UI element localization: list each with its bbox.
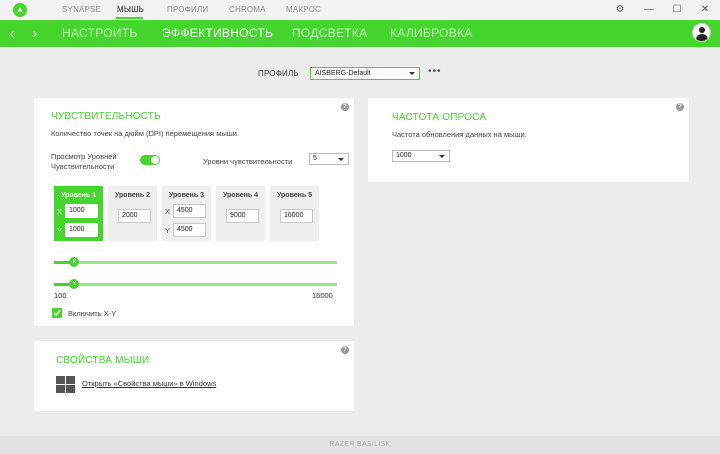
dpi-y-slider[interactable]: Y	[54, 279, 337, 289]
help-icon[interactable]: ?	[341, 103, 349, 111]
range-max-label: 16000	[312, 291, 333, 300]
active-tab-indicator	[116, 17, 143, 19]
stage-1-y-input[interactable]: 1000	[65, 223, 98, 237]
stage-1[interactable]: Уровень 1 X 1000 Y 1000	[54, 186, 103, 241]
axis-x-label: X	[57, 207, 63, 216]
levels-value: 5	[313, 155, 317, 162]
forward-arrow-icon[interactable]: ›	[28, 25, 42, 41]
top-tab-profiles[interactable]: ПРОФИЛИ	[167, 5, 208, 14]
tab-performance[interactable]: ЭФФЕКТИВНОСТЬ	[162, 26, 273, 40]
axis-y-label: Y	[165, 226, 171, 235]
profile-label: ПРОФИЛЬ	[258, 69, 299, 78]
profile-dropdown[interactable]: AISBERG-Default	[310, 67, 420, 80]
enable-xy-checkbox[interactable]	[52, 308, 62, 318]
open-mouse-properties-link[interactable]: Открыть «Свойства мыши» в Windows	[82, 379, 216, 388]
razer-logo-icon[interactable]	[13, 3, 27, 17]
help-icon[interactable]: ?	[676, 103, 684, 111]
stage-1-x-input[interactable]: 1000	[65, 204, 98, 218]
close-icon[interactable]: ✕	[698, 3, 712, 17]
stages-toggle-label-line1: Просмотр Уровней	[51, 152, 117, 161]
polling-rate-card	[368, 98, 689, 182]
mouse-properties-title: СВОЙСТВА МЫШИ	[56, 355, 150, 366]
polling-description: Частота обновления данных на мыши.	[392, 130, 527, 139]
maximize-icon[interactable]: ☐	[670, 3, 684, 17]
avatar-head	[699, 27, 705, 33]
chevron-down-icon	[338, 158, 344, 161]
tab-customize[interactable]: НАСТРОИТЬ	[62, 26, 138, 40]
mouse-properties-card	[34, 341, 354, 411]
stage-4[interactable]: Уровень 4 9000	[216, 186, 265, 241]
stage-2[interactable]: Уровень 2 2000	[108, 186, 157, 241]
gear-icon[interactable]: ⚙	[613, 3, 627, 17]
tab-calibration[interactable]: КАЛИБРОВКА	[390, 26, 473, 40]
range-min-label: 100	[54, 291, 67, 300]
top-tab-mouse[interactable]: МЫШЬ	[117, 5, 144, 14]
stage-2-input[interactable]: 2000	[118, 209, 151, 223]
toggle-knob	[151, 156, 159, 164]
profile-value: AISBERG-Default	[315, 70, 371, 77]
stage-5[interactable]: Уровень 5 16000	[270, 186, 319, 241]
stage-label: Уровень 3	[168, 192, 205, 199]
stages-toggle[interactable]	[140, 155, 160, 165]
help-icon[interactable]: ?	[341, 346, 349, 354]
chevron-down-icon	[439, 155, 445, 158]
levels-label: Уровни чувствительности	[203, 157, 293, 166]
polling-rate-dropdown[interactable]: 1000	[392, 150, 450, 162]
top-tab-macro[interactable]: МАКРОС	[286, 5, 321, 14]
stage-3[interactable]: Уровень 3 X 4500 Y 4500	[162, 186, 211, 241]
dpi-x-slider[interactable]: X	[54, 257, 337, 267]
windows-icon-pane	[56, 376, 65, 384]
sensitivity-title: ЧУВСТВИТЕЛЬНОСТЬ	[51, 111, 161, 122]
tab-lighting[interactable]: ПОДСВЕТКА	[292, 26, 368, 40]
minimize-icon[interactable]: —	[642, 3, 656, 17]
levels-dropdown[interactable]: 5	[309, 153, 349, 165]
sensitivity-description: Количество точек на дюйм (DPI) перемещен…	[51, 129, 240, 138]
polling-title: ЧАСТОТА ОПРОСА	[392, 112, 487, 123]
stage-5-input[interactable]: 16000	[280, 209, 313, 223]
stage-label: Уровень 1	[60, 192, 97, 199]
windows-icon-pane	[56, 385, 65, 393]
top-tab-chroma[interactable]: CHROMA	[229, 5, 266, 14]
avatar[interactable]	[692, 23, 711, 42]
stage-3-y-input[interactable]: 4500	[173, 223, 206, 237]
stage-label: Уровень 2	[114, 192, 151, 199]
stage-4-input[interactable]: 9000	[226, 209, 259, 223]
axis-y-label: Y	[57, 226, 63, 235]
stage-label: Уровень 5	[276, 192, 313, 199]
stage-label: Уровень 4	[222, 192, 259, 199]
nav-bar: ‹ › НАСТРОИТЬ ЭФФЕКТИВНОСТЬ ПОДСВЕТКА КА…	[0, 20, 720, 47]
windows-icon	[56, 376, 76, 394]
avatar-body	[696, 34, 708, 41]
enable-xy-label: Включить X-Y	[68, 309, 117, 318]
title-bar: SYNAPSE МЫШЬ ПРОФИЛИ CHROMA МАКРОС ⚙ — ☐…	[0, 0, 720, 20]
polling-rate-value: 1000	[396, 152, 412, 159]
top-tab-synapse[interactable]: SYNAPSE	[62, 5, 101, 14]
device-footer: RAZER BASILISK	[0, 436, 720, 454]
axis-x-label: X	[165, 207, 171, 216]
stage-3-x-input[interactable]: 4500	[173, 204, 206, 218]
windows-icon-pane	[66, 385, 75, 393]
chevron-down-icon	[409, 72, 415, 75]
windows-icon-pane	[66, 376, 75, 384]
more-options-button[interactable]: •••	[428, 66, 442, 77]
stages-toggle-label-line2: Чувствительности	[51, 162, 115, 171]
back-arrow-icon[interactable]: ‹	[5, 25, 19, 41]
